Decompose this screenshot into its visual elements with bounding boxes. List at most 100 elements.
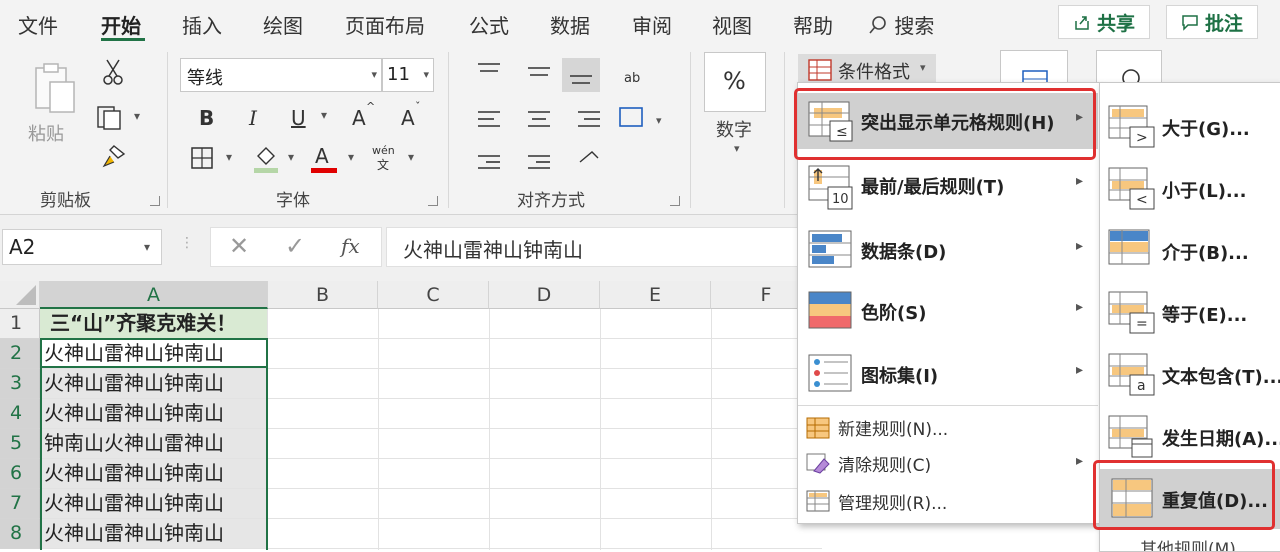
between-icon (1108, 229, 1150, 265)
eraser-icon (806, 453, 830, 474)
font-launcher-icon[interactable] (428, 196, 438, 206)
font-size-dropdown[interactable]: 11 ▾ (382, 58, 434, 92)
cancel-icon[interactable]: ✕ (229, 232, 249, 260)
svg-text:10: 10 (832, 192, 849, 207)
formula-buttons: ✕ ✓ fx (210, 227, 382, 267)
empty-cells[interactable] (268, 309, 822, 550)
cut-icon[interactable] (100, 58, 126, 86)
menu-item-new-rule[interactable]: 新建规则(N)... (798, 409, 1098, 445)
row-header[interactable]: 6 (0, 459, 40, 489)
submenu-item-greater-than[interactable]: > 大于(G)... (1100, 97, 1280, 157)
tab-review[interactable]: 审阅 (632, 10, 672, 39)
tab-draw[interactable]: 绘图 (263, 10, 303, 39)
submenu-item-more-rules[interactable]: 其他规则(M)... (1140, 535, 1252, 551)
font-name-dropdown[interactable]: 等线 ▾ (180, 58, 382, 92)
row-header[interactable]: 3 (0, 369, 40, 399)
greater-than-icon: > (1108, 105, 1155, 148)
tab-home[interactable]: 开始 (101, 10, 141, 39)
row-header[interactable]: 7 (0, 489, 40, 519)
menu-item-clear-rules[interactable]: 清除规则(C) ▸ (798, 445, 1098, 481)
copy-icon[interactable]: ▾ (96, 104, 146, 132)
tab-file[interactable]: 文件 (18, 10, 58, 39)
underline-button[interactable]: U (291, 106, 306, 130)
menu-item-data-bars[interactable]: 数据条(D) ▸ (798, 222, 1098, 278)
tab-insert[interactable]: 插入 (182, 10, 222, 39)
name-box[interactable]: A2 ▾ (2, 229, 162, 265)
increase-font-button[interactable]: A (352, 106, 366, 130)
italic-button[interactable]: I (249, 106, 257, 130)
underline-dropdown-icon[interactable]: ▾ (321, 108, 327, 122)
borders-dropdown-icon[interactable]: ▾ (226, 150, 232, 164)
column-header-c[interactable]: C (378, 281, 489, 309)
number-format-button[interactable]: % (704, 52, 766, 112)
highlight-box-highlight-rules (794, 88, 1096, 160)
row-header[interactable]: 5 (0, 429, 40, 459)
cell-a1[interactable]: 三“山”齐聚克难关！ (40, 309, 268, 339)
select-all-icon (16, 285, 36, 305)
decrease-font-button[interactable]: A (401, 106, 415, 130)
borders-icon[interactable] (190, 146, 214, 170)
submenu-item-between[interactable]: 介于(B)... (1100, 221, 1280, 281)
comments-button[interactable]: 批注 (1166, 5, 1258, 39)
insert-function-button[interactable]: fx (341, 234, 360, 258)
fill-color-dropdown-icon[interactable]: ▾ (288, 150, 294, 164)
tab-page-layout[interactable]: 页面布局 (345, 10, 425, 39)
submenu-item-text-contains[interactable]: a 文本包含(T)... (1100, 345, 1280, 405)
submenu-item-label: 介于(B)... (1162, 243, 1249, 264)
alignment-buttons-icon[interactable]: ab ▾ (474, 58, 674, 178)
font-color-dropdown-icon[interactable]: ▾ (348, 150, 354, 164)
column-header-b[interactable]: B (268, 281, 378, 309)
number-dropdown-icon[interactable]: ▾ (734, 142, 740, 155)
svg-text:▾: ▾ (656, 114, 662, 127)
tab-view[interactable]: 视图 (712, 10, 752, 39)
highlight-box-duplicate-values (1093, 460, 1275, 530)
data-bars-icon (808, 230, 852, 268)
submenu-item-equal-to[interactable]: = 等于(E)... (1100, 283, 1280, 343)
row-header[interactable]: 2 (0, 339, 40, 369)
submenu-item-label: 等于(E)... (1162, 305, 1248, 326)
bold-button[interactable]: B (199, 106, 214, 130)
chevron-right-icon: ▸ (1076, 299, 1084, 315)
paste-label: 粘贴 (28, 124, 64, 145)
alignment-launcher-icon[interactable] (670, 196, 680, 206)
tab-formulas[interactable]: 公式 (469, 10, 509, 39)
share-button[interactable]: 共享 (1058, 5, 1150, 39)
submenu-item-label: 文本包含(T)... (1162, 367, 1280, 388)
select-all-corner[interactable] (0, 281, 40, 309)
column-header-e[interactable]: E (600, 281, 711, 309)
clipboard-launcher-icon[interactable] (150, 196, 160, 206)
less-than-icon: < (1108, 167, 1155, 210)
menu-item-top-bottom-rules[interactable]: 10 最前/最后规则(T) ▸ (798, 157, 1098, 213)
chevron-right-icon: ▸ (1076, 362, 1084, 378)
phonetic-dropdown-icon[interactable]: ▾ (408, 150, 414, 164)
paste-button[interactable]: 粘贴 (22, 58, 82, 148)
tab-help[interactable]: 帮助 (793, 10, 833, 39)
font-color-button[interactable]: A (315, 144, 329, 168)
menu-item-manage-rules[interactable]: 管理规则(R)... (798, 483, 1098, 519)
column-header-a[interactable]: A (40, 281, 268, 309)
search-label: 搜索 (894, 14, 935, 38)
menu-item-label: 最前/最后规则(T) (861, 177, 1005, 198)
font-size-value: 11 (387, 64, 410, 85)
format-painter-icon[interactable] (100, 142, 128, 170)
font-name-value: 等线 (187, 68, 223, 89)
search-box[interactable]: 搜索 (868, 10, 934, 39)
menu-item-icon-sets[interactable]: 图标集(I) ▸ (798, 346, 1098, 402)
alignment-group-label: 对齐方式 (517, 191, 585, 211)
new-rule-icon (806, 417, 830, 439)
font-color-swatch (311, 168, 337, 173)
submenu-item-date-occurring[interactable]: 发生日期(A)... (1100, 407, 1280, 467)
fill-color-icon[interactable] (252, 142, 280, 174)
column-header-d[interactable]: D (489, 281, 600, 309)
row-header[interactable]: 8 (0, 519, 40, 549)
row-header[interactable]: 1 (0, 309, 40, 339)
manage-rules-icon (806, 490, 830, 512)
equal-to-icon: = (1108, 291, 1155, 334)
chevron-down-icon: ▾ (423, 68, 429, 81)
row-header[interactable]: 4 (0, 399, 40, 429)
menu-item-color-scales[interactable]: 色阶(S) ▸ (798, 283, 1098, 339)
name-box-value: A2 (9, 235, 36, 259)
tab-data[interactable]: 数据 (550, 10, 590, 39)
submenu-item-less-than[interactable]: < 小于(L)... (1100, 159, 1280, 219)
enter-icon[interactable]: ✓ (285, 232, 305, 260)
